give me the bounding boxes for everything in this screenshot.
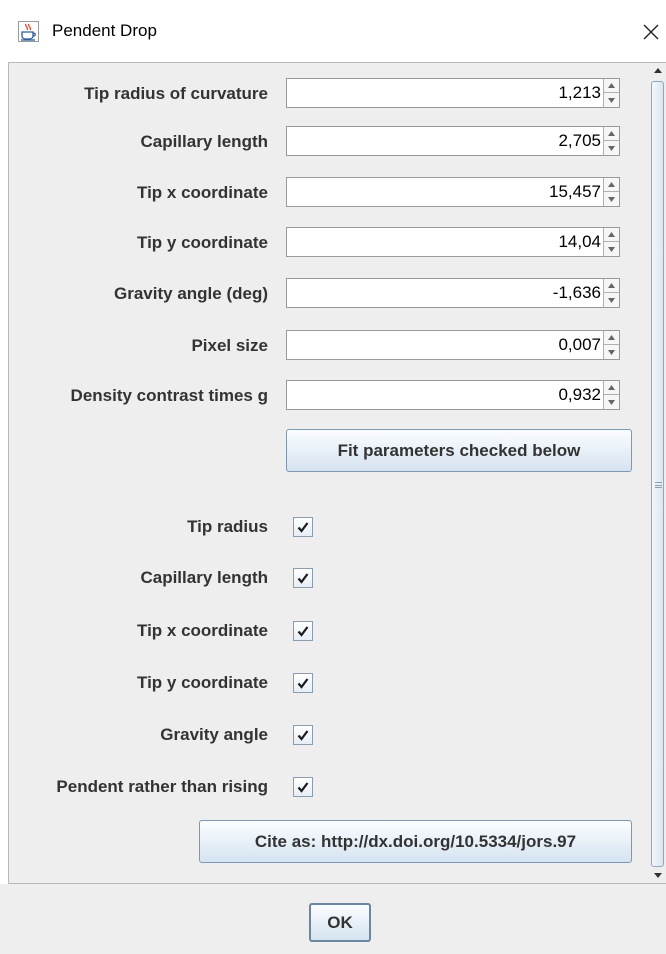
chevron-up-icon (608, 232, 615, 237)
spin-up-button[interactable] (604, 127, 619, 141)
checkbox-label-tip-x-coordinate: Tip x coordinate (137, 621, 268, 640)
spin-down-button[interactable] (604, 395, 619, 409)
chevron-down-icon (608, 145, 615, 151)
pendent-drop-dialog: Pendent Drop Tip radius of curvature 1,2… (0, 0, 666, 954)
checkbox-label-tip-y-coordinate: Tip y coordinate (137, 673, 268, 692)
chevron-down-icon (608, 297, 615, 303)
spin-down-button[interactable] (604, 192, 619, 206)
checkbox-label-gravity-angle: Gravity angle (160, 725, 268, 744)
spinner-buttons (603, 178, 619, 206)
chevron-up-icon (608, 335, 615, 340)
scroll-grip-icon (655, 482, 662, 488)
spinner-value: 2,705 (558, 131, 601, 150)
spinner-buttons (603, 381, 619, 409)
chevron-up-icon (608, 83, 615, 88)
field-label-pixel-size: Pixel size (191, 336, 268, 355)
field-label-tip-radius-of-curvature: Tip radius of curvature (84, 84, 268, 103)
chevron-down-icon (608, 196, 615, 202)
spinner-buttons (603, 228, 619, 256)
title-bar: Pendent Drop (0, 0, 666, 62)
spinner-pixel-size[interactable]: 0,007 (286, 330, 620, 360)
checkbox-tip-x-coordinate[interactable] (293, 621, 313, 641)
spinner-value: 15,457 (549, 182, 601, 201)
spin-up-button[interactable] (604, 381, 619, 395)
checkbox-pendent-rather-than-rising[interactable] (293, 777, 313, 797)
checkmark-icon (297, 522, 309, 533)
spinner-value: 0,007 (558, 335, 601, 354)
spin-up-button[interactable] (604, 279, 619, 293)
spinner-gravity-angle[interactable]: -1,636 (286, 278, 620, 308)
chevron-up-icon (608, 131, 615, 136)
spinner-tip-x-coordinate[interactable]: 15,457 (286, 177, 620, 207)
fit-parameters-button[interactable]: Fit parameters checked below (286, 429, 632, 472)
field-label-density-contrast: Density contrast times g (70, 386, 268, 405)
cite-button[interactable]: Cite as: http://dx.doi.org/10.5334/jors.… (199, 820, 632, 863)
spin-down-button[interactable] (604, 141, 619, 155)
ok-button[interactable]: OK (309, 903, 371, 942)
spin-up-button[interactable] (604, 178, 619, 192)
close-icon (643, 24, 659, 40)
checkmark-icon (297, 782, 309, 793)
java-cup-icon (18, 21, 39, 42)
close-button[interactable] (636, 14, 666, 50)
checkbox-capillary-length[interactable] (293, 568, 313, 588)
chevron-down-icon (608, 246, 615, 252)
spinner-buttons (603, 279, 619, 307)
checkbox-label-capillary-length: Capillary length (140, 568, 268, 587)
spinner-density-contrast[interactable]: 0,932 (286, 380, 620, 410)
window-title: Pendent Drop (52, 21, 157, 40)
spinner-value: 1,213 (558, 83, 601, 102)
scroll-up-arrow-icon[interactable] (650, 63, 666, 79)
checkmark-icon (297, 678, 309, 689)
spin-down-button[interactable] (604, 293, 619, 307)
chevron-down-icon (608, 399, 615, 405)
spinner-buttons (603, 79, 619, 107)
chevron-down-icon (608, 97, 615, 103)
spinner-buttons (603, 127, 619, 155)
field-label-tip-y-coordinate: Tip y coordinate (137, 233, 268, 252)
spinner-value: 14,04 (558, 232, 601, 251)
scroll-down-arrow-icon[interactable] (650, 867, 666, 883)
spinner-value: 0,932 (558, 385, 601, 404)
field-label-gravity-angle: Gravity angle (deg) (114, 284, 268, 303)
checkbox-tip-radius[interactable] (293, 517, 313, 537)
chevron-up-icon (608, 385, 615, 390)
chevron-up-icon (608, 283, 615, 288)
checkbox-gravity-angle[interactable] (293, 725, 313, 745)
checkbox-tip-y-coordinate[interactable] (293, 673, 313, 693)
checkmark-icon (297, 730, 309, 741)
vertical-scrollbar[interactable] (650, 62, 666, 884)
checkbox-label-tip-radius: Tip radius (187, 517, 268, 536)
spin-down-button[interactable] (604, 242, 619, 256)
spinner-tip-y-coordinate[interactable]: 14,04 (286, 227, 620, 257)
checkmark-icon (297, 626, 309, 637)
chevron-down-icon (608, 349, 615, 355)
spin-up-button[interactable] (604, 79, 619, 93)
field-label-capillary-length: Capillary length (140, 132, 268, 151)
field-label-tip-x-coordinate: Tip x coordinate (137, 183, 268, 202)
spin-down-button[interactable] (604, 345, 619, 359)
chevron-up-icon (608, 182, 615, 187)
spinner-tip-radius-of-curvature[interactable]: 1,213 (286, 78, 620, 108)
checkbox-label-pendent-rather-than-rising: Pendent rather than rising (56, 777, 268, 796)
spin-up-button[interactable] (604, 331, 619, 345)
spinner-capillary-length[interactable]: 2,705 (286, 126, 620, 156)
spin-up-button[interactable] (604, 228, 619, 242)
spinner-buttons (603, 331, 619, 359)
spinner-value: -1,636 (552, 283, 601, 302)
scroll-thumb[interactable] (651, 81, 664, 867)
checkmark-icon (297, 573, 309, 584)
spin-down-button[interactable] (604, 93, 619, 107)
